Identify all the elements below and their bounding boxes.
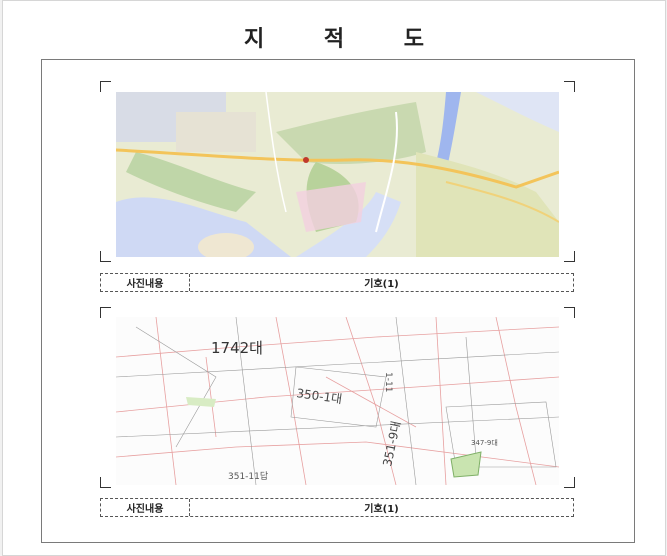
photo-caption-2: 사진내용 기호(1) xyxy=(100,498,574,517)
parcel-label: 347-9대 xyxy=(471,439,498,447)
page-title: 지 적 도 xyxy=(243,27,451,52)
crop-mark-top-right xyxy=(564,81,575,92)
caption-value: 기호(1) xyxy=(364,279,399,290)
location-map-image xyxy=(116,92,559,257)
crop-mark-bottom-right xyxy=(564,251,575,262)
crop-mark-top-left xyxy=(100,81,111,92)
crop-mark-top-left xyxy=(100,307,111,318)
crop-mark-top-right xyxy=(564,307,575,318)
crop-mark-bottom-left xyxy=(100,251,111,262)
document-page: 지 적 도 사진내용 기호(1) 1742대 350-1대 351-9대 347… xyxy=(2,0,666,556)
cadastral-map-image: 1742대 350-1대 351-9대 347-9대 351-11답 1-11 xyxy=(116,317,559,485)
parcel-label: 351-11답 xyxy=(228,470,268,482)
caption-value: 기호(1) xyxy=(364,504,399,515)
parcel-label: 1742대 xyxy=(211,339,263,357)
caption-label: 사진내용 xyxy=(101,274,190,291)
caption-label: 사진내용 xyxy=(101,499,190,516)
parcel-label: 1-11 xyxy=(383,372,393,392)
crop-mark-bottom-right xyxy=(564,477,575,488)
photo-caption-1: 사진내용 기호(1) xyxy=(100,273,574,292)
crop-mark-bottom-left xyxy=(100,477,111,488)
